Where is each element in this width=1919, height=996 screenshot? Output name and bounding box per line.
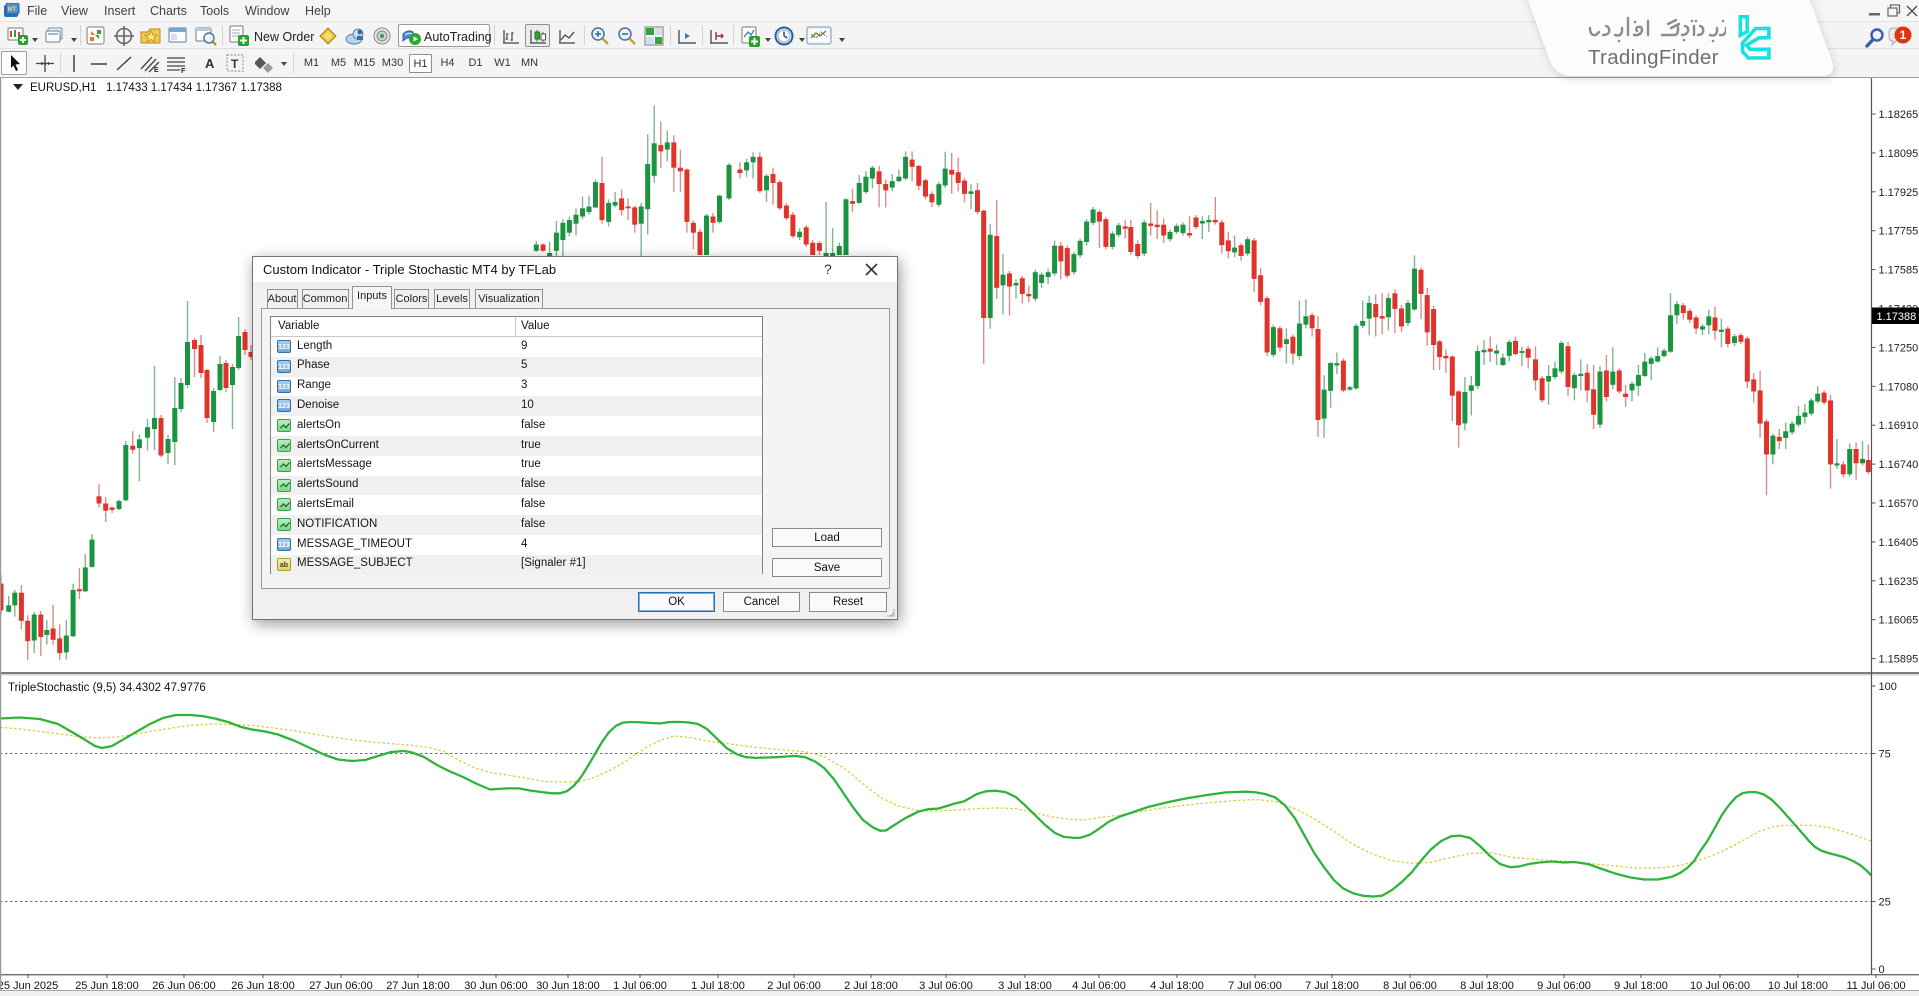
svg-text:1.16235: 1.16235 xyxy=(1879,576,1919,588)
svg-text:1: 1 xyxy=(1900,28,1907,42)
svg-text:F: F xyxy=(181,68,186,73)
svg-text:EURUSD,H1 1.17433 1.17434 1.: EURUSD,H1 1.17433 1.17434 1.17367 1.1738… xyxy=(30,82,282,94)
svg-text:1.17388: 1.17388 xyxy=(1877,311,1917,323)
svg-text:1.16065: 1.16065 xyxy=(1879,615,1919,627)
svg-text:1.16405: 1.16405 xyxy=(1879,537,1919,549)
svg-text:1.17250: 1.17250 xyxy=(1879,342,1919,354)
svg-text:1.18095: 1.18095 xyxy=(1879,148,1919,160)
svg-text:100: 100 xyxy=(1879,681,1897,693)
svg-text:T: T xyxy=(231,57,239,71)
svg-text:TripleStochastic (9,5) 34.4302: TripleStochastic (9,5) 34.4302 47.9776 xyxy=(8,682,206,694)
svg-text:E: E xyxy=(154,67,159,73)
svg-text:75: 75 xyxy=(1879,749,1891,761)
svg-text:1.17925: 1.17925 xyxy=(1879,187,1919,199)
svg-text:1.16910: 1.16910 xyxy=(1879,420,1919,432)
svg-text:MT: MT xyxy=(8,7,17,13)
svg-text:1.17080: 1.17080 xyxy=(1879,381,1919,393)
svg-text:1.15895: 1.15895 xyxy=(1879,654,1919,666)
svg-text:1.17755: 1.17755 xyxy=(1879,226,1919,238)
svg-text:1.17585: 1.17585 xyxy=(1879,265,1919,277)
svg-text:1.18265: 1.18265 xyxy=(1879,109,1919,121)
svg-text:1.16740: 1.16740 xyxy=(1879,459,1919,471)
svg-text:25: 25 xyxy=(1879,897,1891,909)
svg-text:1.16570: 1.16570 xyxy=(1879,498,1919,510)
